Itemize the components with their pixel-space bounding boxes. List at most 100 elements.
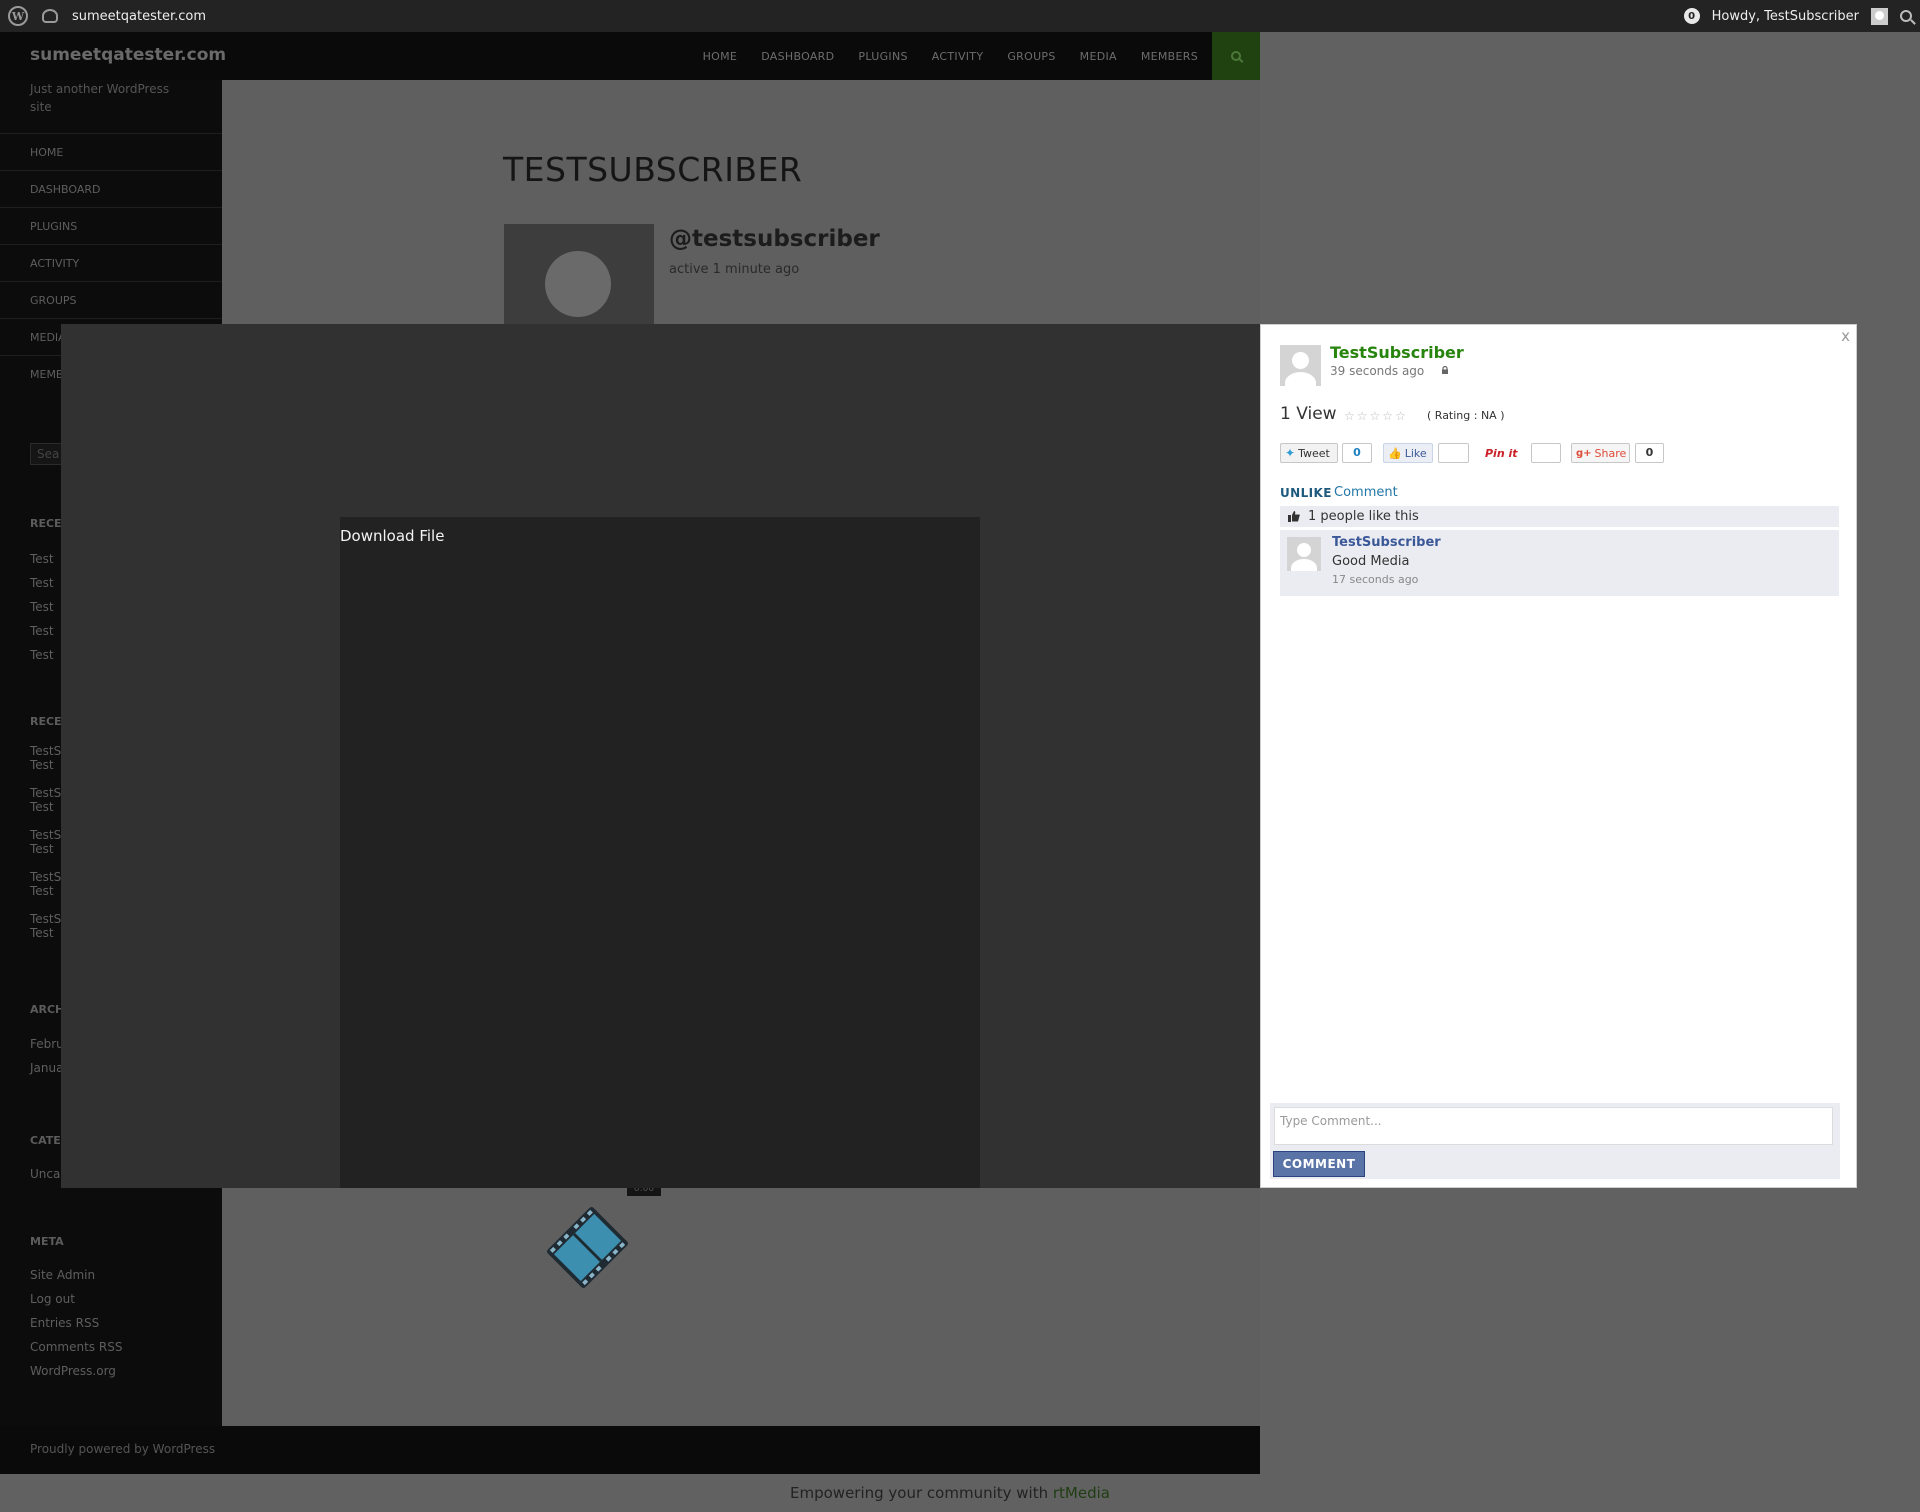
widget-title-recent-posts: RECE [30, 517, 62, 530]
widget-title-categories: CATE [30, 1134, 61, 1147]
download-file-link[interactable]: Download File [340, 527, 444, 545]
meta-wordpress-org-link[interactable]: WordPress.org [30, 1359, 122, 1383]
comment-item: TestSubscriber Good Media 17 seconds ago [1280, 530, 1839, 596]
pinterest-pin-button[interactable]: Pin it [1480, 443, 1524, 463]
nav-media[interactable]: MEDIA [1080, 50, 1117, 63]
recent-comment-author[interactable]: TestS [30, 744, 61, 758]
meta-entries-rss-link[interactable]: Entries RSS [30, 1311, 122, 1335]
site-header: sumeetqatester.com HOME DASHBOARD PLUGIN… [0, 32, 1260, 80]
comment-submit-button[interactable]: COMMENT [1273, 1151, 1365, 1177]
tweet-label: Tweet [1298, 446, 1330, 460]
sidebar-item-home[interactable]: HOME [0, 133, 222, 170]
video-file-icon[interactable] [540, 1200, 635, 1295]
nav-activity[interactable]: ACTIVITY [932, 50, 984, 63]
recent-comment-author[interactable]: TestS [30, 786, 61, 800]
nav-groups[interactable]: GROUPS [1007, 50, 1055, 63]
wordpress-logo-icon[interactable]: W [8, 6, 28, 26]
close-lightbox-button[interactable]: x [1841, 327, 1850, 345]
site-title[interactable]: sumeetqatester.com [30, 45, 226, 65]
meta-list: Site Admin Log out Entries RSS Comments … [30, 1263, 122, 1383]
author-avatar[interactable] [1280, 345, 1321, 386]
site-dashboard-icon[interactable] [42, 9, 58, 23]
lock-icon [1442, 366, 1448, 374]
rating-star-icon[interactable]: ☆ [1382, 409, 1393, 423]
recent-comment-post[interactable]: Test [30, 800, 61, 814]
recent-comment-post[interactable]: Test [30, 884, 61, 898]
recent-comment-item: TestS Test [30, 786, 61, 828]
nav-members[interactable]: MEMBERS [1141, 50, 1198, 63]
rtmedia-credit-bar: Empowering your community with rtMedia [0, 1474, 1920, 1512]
rating-star-icon[interactable]: ☆ [1395, 409, 1406, 423]
comment-time: 17 seconds ago [1332, 573, 1419, 586]
sidebar-item-dashboard[interactable]: DASHBOARD [0, 170, 222, 207]
tweet-button[interactable]: ✦ Tweet [1280, 443, 1338, 463]
admin-bar-search-icon[interactable] [1900, 10, 1912, 22]
google-plus-share-button[interactable]: g+ Share [1571, 443, 1630, 463]
user-avatar-icon[interactable] [1871, 7, 1888, 25]
sidebar-item-groups[interactable]: GROUPS [0, 281, 222, 318]
sidebar-item-activity[interactable]: ACTIVITY [0, 244, 222, 281]
rtmedia-credit-prefix: Empowering your community with [790, 1484, 1053, 1502]
meta-logout-link[interactable]: Log out [30, 1287, 122, 1311]
comment-input[interactable] [1274, 1107, 1833, 1145]
site-tagline: Just another WordPress site [30, 82, 170, 114]
unlike-button[interactable]: UNLIKE [1280, 486, 1332, 500]
rating-stars[interactable]: ☆ ☆ ☆ ☆ ☆ [1344, 409, 1406, 423]
admin-bar: W sumeetqatester.com 0 Howdy, TestSubscr… [0, 0, 1920, 32]
facebook-like-count [1438, 443, 1469, 463]
meta-comments-rss-link[interactable]: Comments RSS [30, 1335, 122, 1359]
recent-comment-post[interactable]: Test [30, 842, 61, 856]
sidebar-item-plugins[interactable]: PLUGINS [0, 207, 222, 244]
archive-link[interactable]: Janua [30, 1056, 64, 1080]
profile-avatar[interactable] [504, 224, 654, 324]
media-viewer[interactable]: Download File [340, 517, 980, 1188]
footer-credit[interactable]: Proudly powered by WordPress [30, 1442, 215, 1456]
widget-title-recent-comments: RECE [30, 715, 62, 728]
facebook-like-label: Like [1404, 446, 1427, 460]
archives-list: Febru Janua [30, 1032, 64, 1080]
recent-comment-item: TestS Test [30, 828, 61, 870]
notification-count-badge[interactable]: 0 [1683, 8, 1700, 24]
likes-text: 1 people like this [1308, 509, 1419, 524]
recent-post-link[interactable]: Test [30, 595, 54, 619]
recent-post-link[interactable]: Test [30, 547, 54, 571]
recent-comment-author[interactable]: TestS [30, 912, 61, 926]
view-count: 1 View [1280, 404, 1337, 424]
archive-link[interactable]: Febru [30, 1032, 64, 1056]
admin-bar-site-name[interactable]: sumeetqatester.com [72, 9, 206, 24]
facebook-like-button[interactable]: 👍 Like [1383, 443, 1433, 463]
recent-comment-author[interactable]: TestS [30, 828, 61, 842]
rating-star-icon[interactable]: ☆ [1344, 409, 1355, 423]
page-title: TESTSUBSCRIBER [503, 150, 803, 189]
meta-site-admin-link[interactable]: Site Admin [30, 1263, 122, 1287]
thumbs-up-icon [1288, 511, 1300, 522]
header-search-button[interactable] [1212, 32, 1260, 80]
profile-handle: @testsubscriber [669, 226, 880, 252]
rtmedia-link[interactable]: rtMedia [1053, 1484, 1110, 1502]
rating-star-icon[interactable]: ☆ [1370, 409, 1381, 423]
recent-post-link[interactable]: Test [30, 571, 54, 595]
recent-comment-post[interactable]: Test [30, 758, 61, 772]
lightbox-media-stage: Download File [61, 324, 1260, 1188]
recent-post-link[interactable]: Test [30, 643, 54, 667]
comment-author[interactable]: TestSubscriber [1332, 535, 1441, 550]
recent-post-link[interactable]: Test [30, 619, 54, 643]
rating-label: ( Rating : NA ) [1427, 409, 1505, 422]
google-plus-share-label: Share [1594, 446, 1627, 460]
category-link[interactable]: Unca [30, 1162, 60, 1186]
recent-comment-item: TestS Test [30, 912, 61, 954]
tweet-count: 0 [1342, 443, 1372, 463]
comment-form: COMMENT [1270, 1103, 1840, 1179]
recent-comment-post[interactable]: Test [30, 926, 61, 940]
nav-dashboard[interactable]: DASHBOARD [761, 50, 834, 63]
comment-avatar[interactable] [1287, 537, 1321, 571]
admin-bar-greeting[interactable]: Howdy, TestSubscriber [1712, 9, 1859, 24]
lightbox-info-panel: x TestSubscriber 39 seconds ago 1 View ☆… [1260, 324, 1857, 1188]
rating-star-icon[interactable]: ☆ [1357, 409, 1368, 423]
recent-comment-author[interactable]: TestS [30, 870, 61, 884]
nav-plugins[interactable]: PLUGINS [858, 50, 907, 63]
nav-home[interactable]: HOME [703, 50, 738, 63]
media-author-name[interactable]: TestSubscriber [1330, 343, 1464, 362]
google-plus-count: 0 [1635, 443, 1664, 463]
comment-link[interactable]: Comment [1334, 485, 1398, 500]
